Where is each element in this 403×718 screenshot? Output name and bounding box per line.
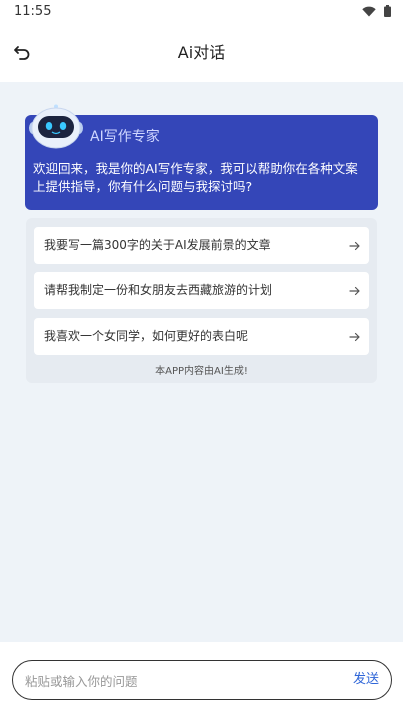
status-icons [362, 5, 391, 17]
suggestion-text: 我要写一篇300字的关于AI发展前景的文章 [44, 238, 271, 252]
ai-disclaimer: 本APP内容由AI生成! [155, 366, 248, 377]
intro-message: 欢迎回来，我是你的AI写作专家，我可以帮助你在各种文案上提供指导，你有什么问题与… [33, 161, 358, 194]
robot-icon [29, 104, 83, 149]
arrow-right-icon [349, 286, 360, 296]
battery-icon [384, 5, 391, 17]
suggestion-item[interactable]: 我要写一篇300字的关于AI发展前景的文章 [34, 227, 369, 264]
app-header: Ai对话 [0, 24, 403, 82]
intro-title: AI写作专家 [90, 129, 160, 145]
suggestion-text: 请帮我制定一份和女朋友去西藏旅游的计划 [44, 283, 273, 297]
back-arrow-icon[interactable] [12, 42, 34, 64]
send-button[interactable]: 发送 [353, 661, 379, 699]
question-input[interactable] [23, 661, 327, 701]
wifi-icon [362, 6, 376, 16]
page-title: Ai对话 [177, 43, 226, 62]
suggestion-text: 我喜欢一个女同学，如何更好的表白呢 [44, 329, 249, 343]
arrow-right-icon [349, 241, 360, 251]
input-bar: 发送 [12, 660, 392, 701]
suggestion-item[interactable]: 请帮我制定一份和女朋友去西藏旅游的计划 [34, 272, 369, 309]
status-time: 11:55 [14, 4, 52, 19]
status-bar: 11:55 [0, 0, 403, 24]
arrow-right-icon [349, 332, 360, 342]
suggestion-item[interactable]: 我喜欢一个女同学，如何更好的表白呢 [34, 318, 369, 355]
